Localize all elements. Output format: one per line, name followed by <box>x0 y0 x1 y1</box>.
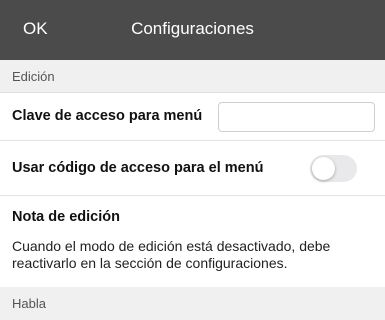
menu-passcode-toggle[interactable] <box>310 155 357 182</box>
section-header-edicion: Edición <box>0 60 385 93</box>
menu-password-label: Clave de acceso para menú <box>12 108 203 124</box>
menu-password-row: Clave de acceso para menú <box>0 93 385 141</box>
section-header-label: Habla <box>12 296 46 311</box>
menu-passcode-row: Usar código de acceso para el menú <box>0 141 385 196</box>
menu-password-input[interactable] <box>218 102 375 132</box>
section-header-label: Edición <box>12 69 55 84</box>
navigation-bar: OK Configuraciones <box>0 0 385 60</box>
page-title: Configuraciones <box>131 19 254 38</box>
menu-passcode-label: Usar código de acceso para el menú <box>12 160 264 176</box>
section-header-habla: Habla <box>0 287 385 320</box>
edit-note-text: Cuando el modo de edición está desactiva… <box>12 238 331 271</box>
edit-note-title: Nota de edición <box>12 209 120 225</box>
toggle-knob <box>312 157 335 180</box>
